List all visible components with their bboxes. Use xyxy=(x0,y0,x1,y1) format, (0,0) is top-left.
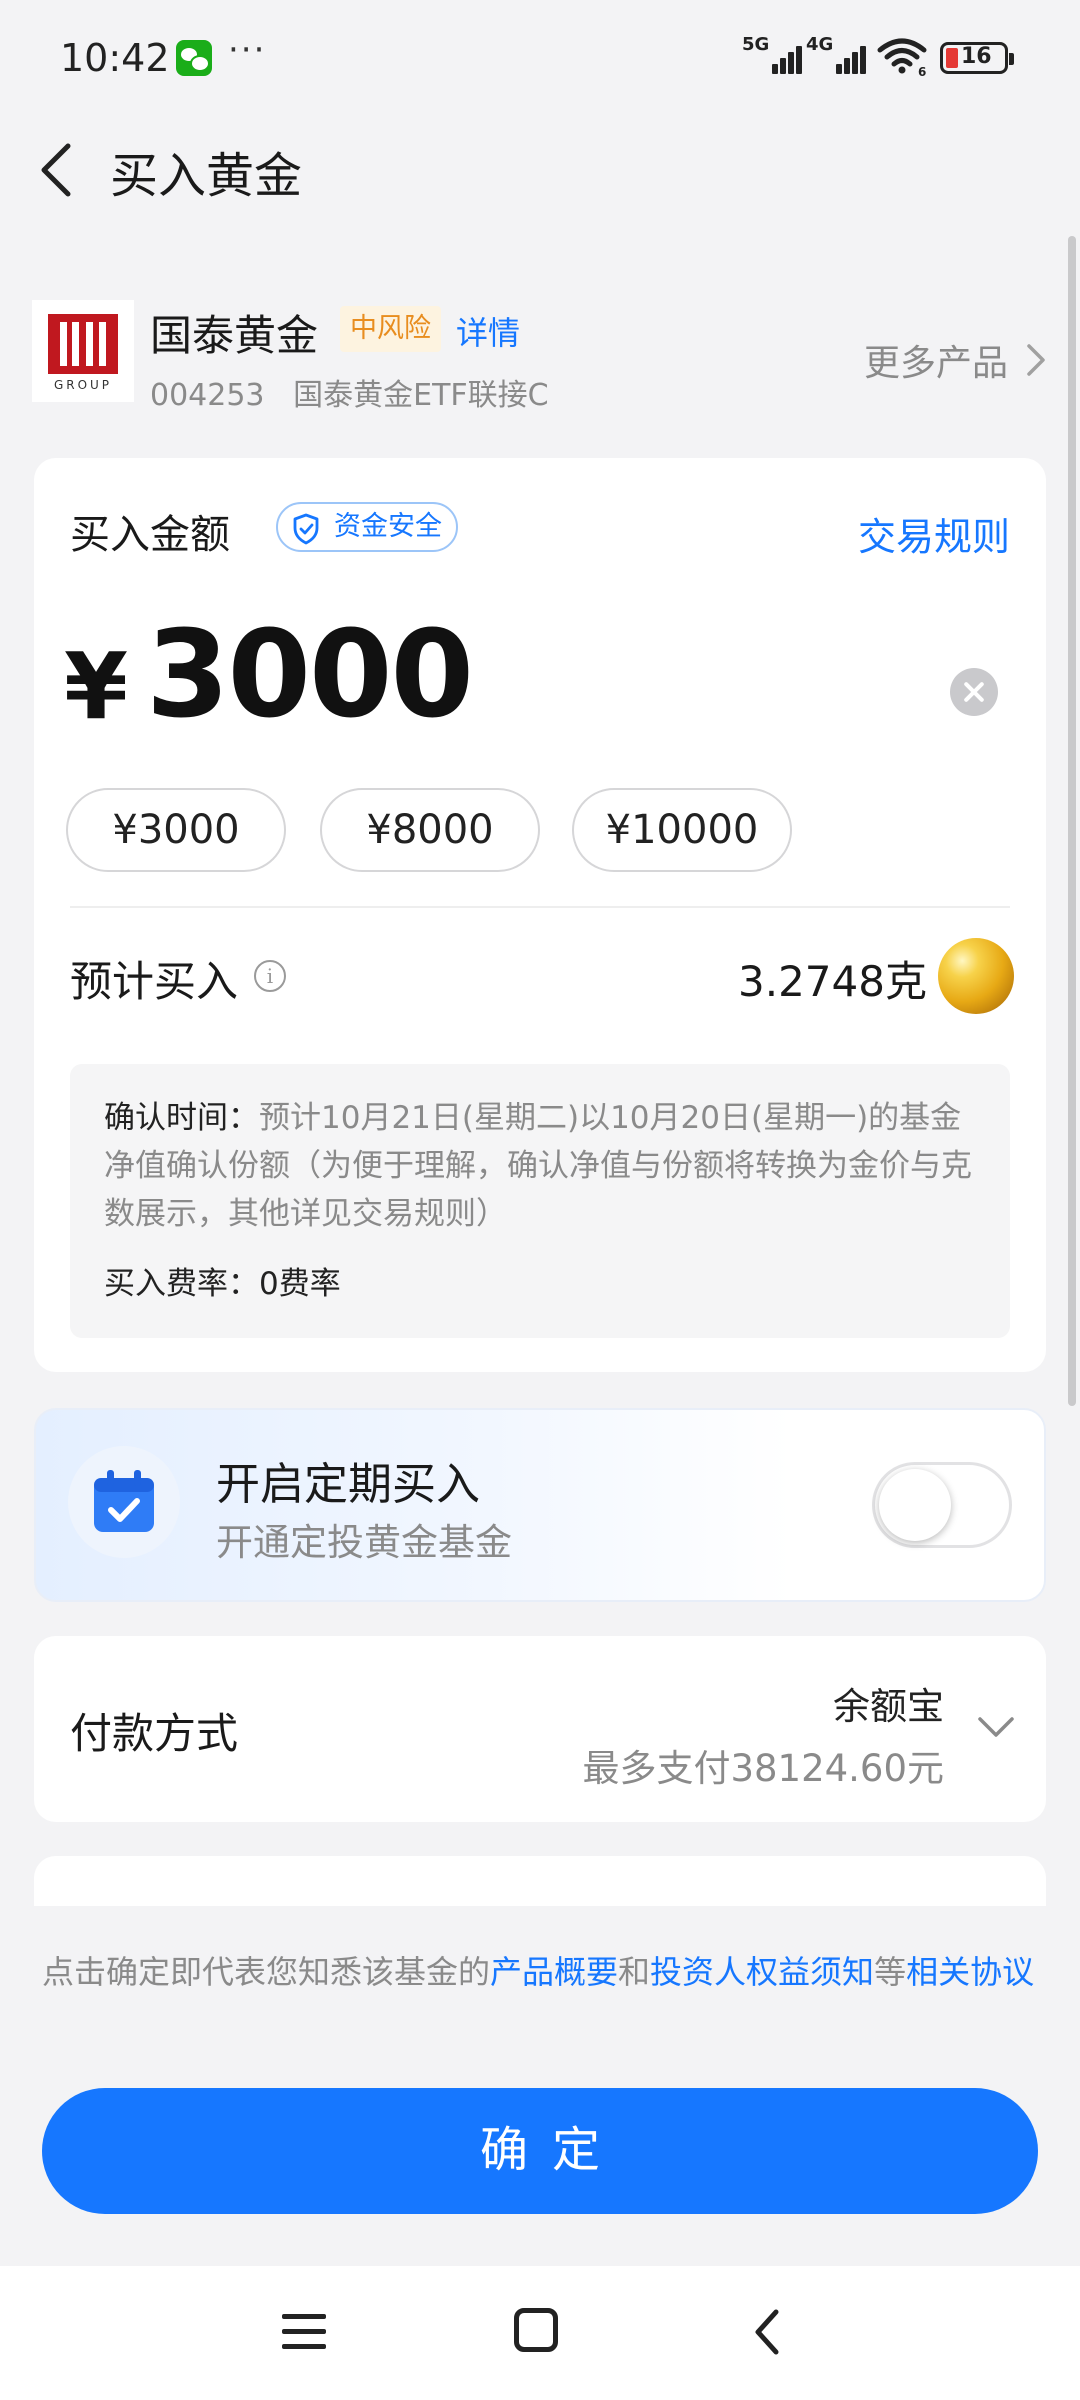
status-time: 10:42 xyxy=(60,36,170,80)
estimate-value: 3.2748克 xyxy=(738,957,927,1006)
payment-method[interactable]: 余额宝 xyxy=(833,1676,944,1730)
battery-icon: 16 xyxy=(940,42,1014,74)
status-bar: 10:42 ··· 5G 4G 6 16 xyxy=(0,0,1080,110)
toggle-knob xyxy=(879,1469,951,1541)
back-arrow-icon[interactable] xyxy=(34,140,78,200)
estimate-label: 预计买入 xyxy=(70,957,239,1006)
payment-limit: 最多支付38124.60元 xyxy=(582,1747,944,1790)
info-icon[interactable]: i xyxy=(254,960,286,992)
payment-label: 付款方式 xyxy=(70,1709,239,1758)
nav-back-icon[interactable] xyxy=(750,2306,784,2358)
wifi-icon: 6 xyxy=(877,38,927,76)
fund-detail-link[interactable]: 详情 xyxy=(456,308,520,354)
confirm-notice: 确认时间：预计10月21日(星期二)以10月20日(星期一)的基金净值确认份额（… xyxy=(70,1064,1010,1338)
chevron-right-icon[interactable] xyxy=(1024,342,1048,378)
payment-card[interactable]: 付款方式 余额宝 最多支付38124.60元 xyxy=(34,1636,1046,1822)
auto-invest-card[interactable]: 开启定期买入 开通定投黄金基金 xyxy=(34,1408,1046,1602)
gold-ball-icon xyxy=(938,938,1014,1014)
fee-rate: 买入费率：0费率 xyxy=(104,1266,341,1302)
risk-badge: 中风险 xyxy=(340,306,441,352)
divider xyxy=(70,906,1010,908)
currency-symbol: ¥ xyxy=(64,633,129,740)
wechat-icon xyxy=(176,40,212,76)
quick-amount-chip[interactable]: ¥3000 xyxy=(66,788,286,872)
battery-level: 16 xyxy=(961,44,992,69)
fund-code: 004253 xyxy=(150,378,265,413)
agreement-text: 点击确定即代表您知悉该基金的产品概要和投资人权益须知等相关协议 xyxy=(42,1953,1035,1991)
purchase-card: 买入金额 资金安全 交易规则 ¥ 3000 ¥3000 ¥8000 ¥10000… xyxy=(34,458,1046,1372)
product-summary-link[interactable]: 产品概要 xyxy=(490,1953,618,1991)
fund-logo: GROUP xyxy=(32,300,134,402)
system-nav-bar xyxy=(0,2266,1080,2400)
fund-safety-badge[interactable]: 资金安全 xyxy=(276,502,458,552)
bottom-action-area: 点击确定即代表您知悉该基金的产品概要和投资人权益须知等相关协议 确定 xyxy=(0,1906,1080,2266)
confirm-button[interactable]: 确定 xyxy=(42,2088,1038,2214)
quick-amount-chip[interactable]: ¥8000 xyxy=(320,788,540,872)
page-title: 买入黄金 xyxy=(110,148,303,204)
menu-icon[interactable] xyxy=(282,2312,326,2352)
fund-code-line: 004253 国泰黄金ETF联接C xyxy=(150,370,549,414)
amount-input[interactable]: 3000 xyxy=(146,606,474,745)
auto-invest-subtitle: 开通定投黄金基金 xyxy=(216,1521,512,1564)
svg-text:6: 6 xyxy=(918,65,926,76)
calendar-check-icon xyxy=(94,1470,154,1532)
trade-rules-link[interactable]: 交易规则 xyxy=(858,506,1010,561)
purchase-amount-label: 买入金额 xyxy=(70,512,230,558)
auto-invest-toggle[interactable] xyxy=(872,1462,1012,1548)
related-agreements-link[interactable]: 相关协议 xyxy=(906,1953,1034,1991)
next-card xyxy=(34,1856,1046,1906)
home-icon[interactable] xyxy=(514,2308,558,2352)
more-notifications-icon: ··· xyxy=(228,30,267,70)
fund-name: 国泰黄金 xyxy=(150,311,319,360)
fund-full-name: 国泰黄金ETF联接C xyxy=(293,378,549,413)
more-products-link[interactable]: 更多产品 xyxy=(864,334,1008,386)
investor-rights-link[interactable]: 投资人权益须知 xyxy=(650,1953,874,1991)
quick-amount-chip[interactable]: ¥10000 xyxy=(572,788,792,872)
auto-invest-title: 开启定期买入 xyxy=(216,1459,480,1510)
shield-check-icon xyxy=(293,513,319,545)
calendar-icon-wrap xyxy=(68,1446,180,1558)
confirm-notice-text: 确认时间：预计10月21日(星期二)以10月20日(星期一)的基金净值确认份额（… xyxy=(104,1100,972,1232)
scrollbar[interactable] xyxy=(1068,236,1076,1406)
clear-icon[interactable] xyxy=(950,668,998,716)
chevron-down-icon[interactable] xyxy=(976,1714,1016,1740)
